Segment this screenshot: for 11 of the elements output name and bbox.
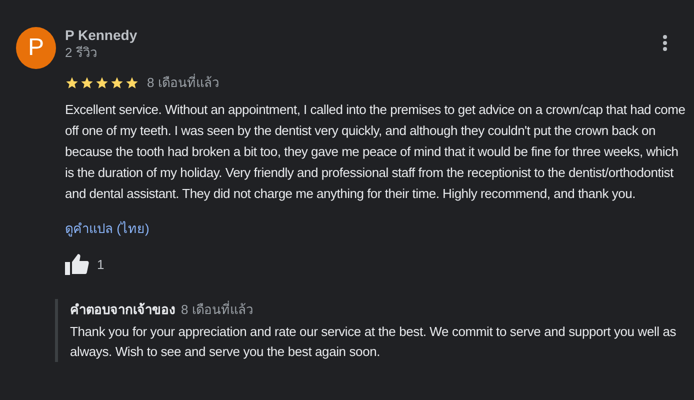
review-text: Excellent service. Without an appointment, I called into the premises to get advice on a crown/cap that had come off one of my teeth. I was seen by the dentist very quickly, and although they couldn't put the crown back on because the tooth had broken a bit too, they gave me peace of mind that it would be fine for three weeks, which is the duration of my holiday. Very friendly and professional staff from the receptionist to the dentist/orthodontist and dental assistant. They did not charge me anything for their time. Highly recommend, and thank you.: [65, 101, 686, 203]
like-count: 1: [97, 256, 104, 272]
owner-reply-text: Thank you for your appreciation and rate our service at the best. We commit to serve and support you well as always. Wish to see and serve you the best again soon.: [70, 323, 678, 361]
translate-link[interactable]: ดูคำแปล (ไทย): [65, 218, 150, 239]
author-name[interactable]: P Kennedy: [65, 26, 662, 44]
reply-time: 8 เดือนที่แล้ว: [181, 300, 253, 319]
review-count: 2 รีวิว: [65, 44, 98, 62]
review-time: 8 เดือนที่แล้ว: [147, 72, 219, 92]
owner-reply-label: คำตอบจากเจ้าของ: [70, 301, 175, 319]
more-options-icon[interactable]: [662, 34, 668, 52]
thumbs-up-icon[interactable]: [65, 253, 89, 275]
